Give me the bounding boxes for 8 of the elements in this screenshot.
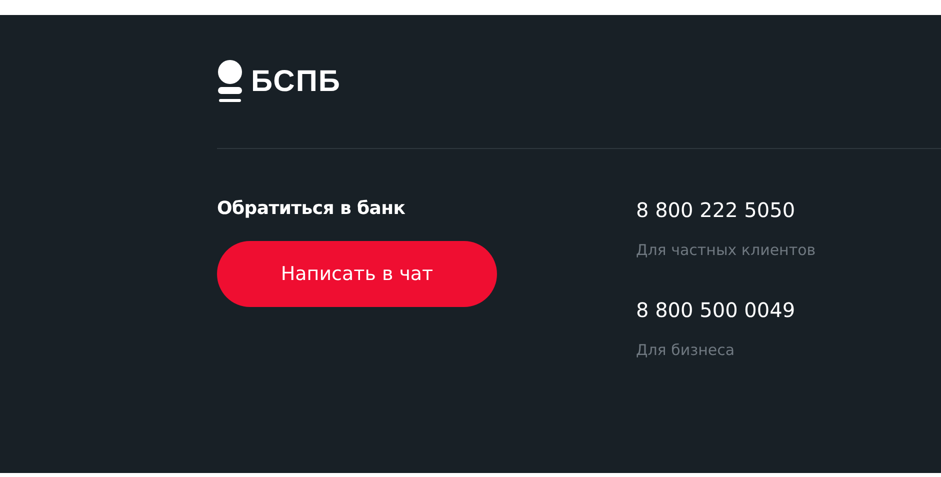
- phone-number[interactable]: 8 800 222 5050: [636, 197, 816, 223]
- chat-button[interactable]: Написать в чат: [217, 241, 497, 307]
- logo-text: БСПБ: [251, 65, 341, 99]
- contact-heading: Обратиться в банк: [217, 197, 406, 221]
- logo-icon: [217, 60, 243, 104]
- phone-label: Для частных клиентов: [636, 240, 816, 260]
- phone-number[interactable]: 8 800 500 0049: [636, 297, 816, 323]
- phone-label: Для бизнеса: [636, 340, 736, 360]
